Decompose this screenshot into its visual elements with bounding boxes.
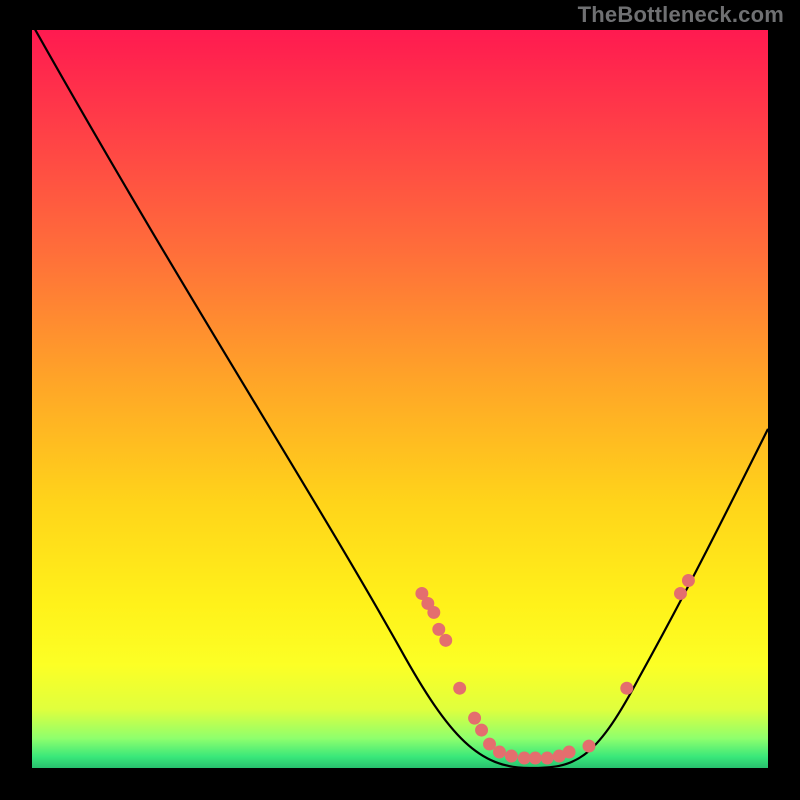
watermark-text: TheBottleneck.com — [578, 2, 784, 28]
scatter-point — [682, 574, 695, 587]
chart-container: TheBottleneck.com — [0, 0, 800, 800]
bottleneck-curve — [32, 30, 768, 768]
scatter-point — [427, 606, 440, 619]
scatter-point — [453, 682, 466, 695]
scatter-point — [505, 750, 518, 763]
scatter-point — [529, 752, 542, 765]
scatter-point — [620, 682, 633, 695]
plot-frame — [30, 30, 770, 770]
scatter-point — [563, 746, 576, 759]
chart-svg — [32, 30, 768, 768]
scatter-point — [674, 587, 687, 600]
scatter-point — [432, 623, 445, 636]
scatter-point — [493, 746, 506, 759]
scatter-point — [439, 634, 452, 647]
scatter-point — [583, 740, 596, 753]
scatter-point — [475, 724, 488, 737]
scatter-point — [468, 712, 481, 725]
scatter-point — [541, 752, 554, 765]
